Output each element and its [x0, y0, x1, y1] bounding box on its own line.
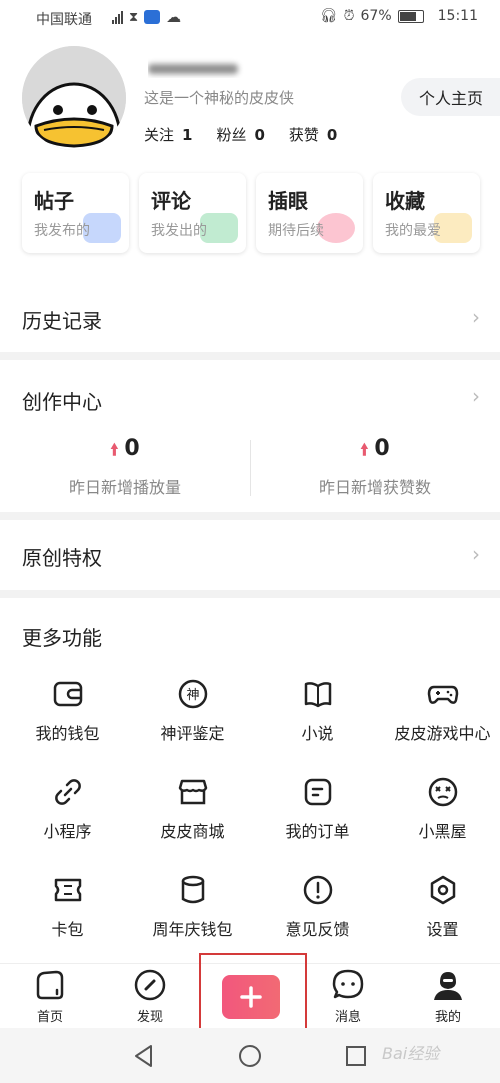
divider: [250, 440, 251, 496]
gamepad-icon: [427, 685, 458, 704]
profile-bio: 这是一个神秘的皮皮侠: [144, 89, 295, 107]
feature-mini-program[interactable]: 小程序: [5, 776, 130, 856]
recents-icon[interactable]: [343, 1043, 369, 1069]
following-stat[interactable]: 关注 1: [144, 124, 192, 145]
link-icon: [54, 779, 81, 805]
chevron-right-icon: ›: [472, 305, 480, 329]
tab-mine[interactable]: 我的: [398, 968, 498, 1025]
feature-settings[interactable]: 设置: [380, 874, 500, 954]
profile-stats: 关注 1 粉丝 0 获赞 0: [144, 124, 337, 145]
nickname: [148, 56, 248, 78]
exclamation-icon: [303, 875, 332, 905]
svg-text:神: 神: [186, 688, 199, 703]
store-icon: [178, 779, 207, 805]
profile-icon: [434, 972, 462, 1000]
wallet-icon: [53, 681, 82, 707]
divider: [0, 512, 500, 520]
message-icon: [332, 969, 364, 999]
feature-orders[interactable]: 我的订单: [255, 776, 380, 856]
ticket-icon: [54, 878, 81, 902]
feature-card-pack[interactable]: 卡包: [5, 874, 130, 954]
battery-icon: [397, 9, 424, 23]
feature-anniversary-wallet[interactable]: 周年庆钱包: [130, 874, 255, 954]
likes-gained-stat[interactable]: 🠙 0 昨日新增获赞数: [250, 436, 500, 498]
hourglass-icon: ⧗: [129, 9, 139, 25]
feature-feedback[interactable]: 意见反馈: [255, 874, 380, 954]
quick-cards: 帖子 我发布的 评论 我发出的 插眼 期待后续 收藏 我的最爱: [22, 173, 492, 253]
feature-game-center[interactable]: 皮皮游戏中心: [380, 678, 500, 758]
creation-center-row[interactable]: 创作中心 ›: [0, 362, 500, 422]
status-bar: 中国联通 ⧗ ☁ 🎧︎ ⏰︎ 67% 15:11: [0, 0, 500, 34]
tab-home[interactable]: 首页: [0, 968, 100, 1025]
cylinder-icon: [181, 875, 204, 904]
likes-stat[interactable]: 获赞 0: [289, 124, 337, 145]
avatar[interactable]: [22, 46, 126, 150]
divine-comment-icon: 神: [178, 679, 207, 709]
features-grid: 我的钱包 神 神评鉴定 小说 皮皮游戏中心 小程序 皮皮商城 我的订单 小黑屋 …: [0, 660, 500, 950]
home-nav-icon[interactable]: [237, 1043, 263, 1069]
card-comments[interactable]: 评论 我发出的: [139, 173, 246, 253]
card-bookmarks[interactable]: 插眼 期待后续: [256, 173, 363, 253]
chevron-right-icon: ›: [472, 542, 480, 566]
more-features-title: 更多功能: [22, 626, 102, 650]
arrow-up-icon: 🠙: [110, 440, 119, 459]
original-privileges-row[interactable]: 原创特权 ›: [0, 522, 500, 587]
feature-wallet[interactable]: 我的钱包: [5, 678, 130, 758]
feature-divine-comment[interactable]: 神 神评鉴定: [130, 678, 255, 758]
creation-center-label: 创作中心: [22, 390, 102, 414]
card-posts[interactable]: 帖子 我发布的: [22, 173, 129, 253]
dizzy-face-icon: [428, 777, 457, 807]
feature-blacklist[interactable]: 小黑屋: [380, 776, 500, 856]
watermark: Bai经验: [382, 1044, 440, 1063]
home-icon: [36, 970, 64, 1000]
order-icon: [304, 778, 331, 806]
card-favorites[interactable]: 收藏 我的最爱: [373, 173, 480, 253]
book-icon: [304, 682, 331, 708]
signal-icon: [112, 10, 123, 24]
arrow-up-icon: 🠙: [360, 440, 369, 459]
original-privileges-label: 原创特权: [22, 546, 102, 570]
history-row[interactable]: 历史记录 ›: [0, 285, 500, 350]
battery-percent: 67%: [360, 8, 392, 24]
cloud-icon: ☁: [166, 8, 182, 26]
chevron-right-icon: ›: [472, 384, 480, 408]
settings-icon: [430, 875, 455, 905]
compass-icon: [134, 969, 166, 1001]
feature-store[interactable]: 皮皮商城: [130, 776, 255, 856]
back-icon[interactable]: [131, 1043, 157, 1069]
fans-stat[interactable]: 粉丝 0: [216, 124, 264, 145]
tab-discover[interactable]: 发现: [100, 968, 200, 1025]
alarm-icon: ⏰︎: [343, 8, 355, 24]
more-features-header: 更多功能: [0, 600, 500, 655]
divider: [0, 590, 500, 598]
tab-messages[interactable]: 消息: [298, 968, 398, 1025]
clock-time: 15:11: [437, 8, 478, 24]
feature-novel[interactable]: 小说: [255, 678, 380, 758]
divider: [0, 352, 500, 360]
shield-app-icon: [144, 10, 161, 24]
plays-stat[interactable]: 🠙 0 昨日新增播放量: [0, 436, 250, 498]
profile-header: 这是一个神秘的皮皮侠 关注 1 粉丝 0 获赞 0 个人主页: [0, 34, 500, 164]
history-label: 历史记录: [22, 309, 102, 333]
carrier-name: 中国联通: [36, 12, 92, 28]
headphone-icon: 🎧︎: [319, 8, 338, 24]
personal-homepage-button[interactable]: 个人主页: [401, 78, 500, 116]
